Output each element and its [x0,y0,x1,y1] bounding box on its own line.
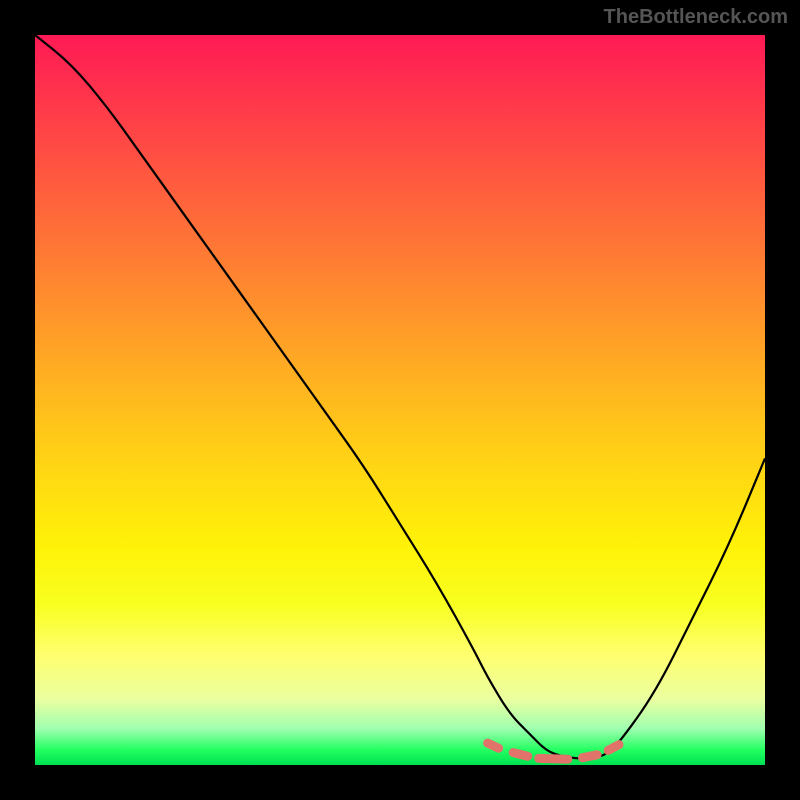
bottleneck-curve [35,35,765,758]
optimal-segment [583,755,598,758]
chart-svg [35,35,765,765]
chart-plot-area [35,35,765,765]
watermark-text: TheBottleneck.com [604,6,788,29]
optimal-segment [488,743,499,748]
optimal-range-highlight [488,743,619,759]
optimal-segment [608,745,619,751]
optimal-segment [539,758,568,759]
optimal-segment [513,753,528,757]
